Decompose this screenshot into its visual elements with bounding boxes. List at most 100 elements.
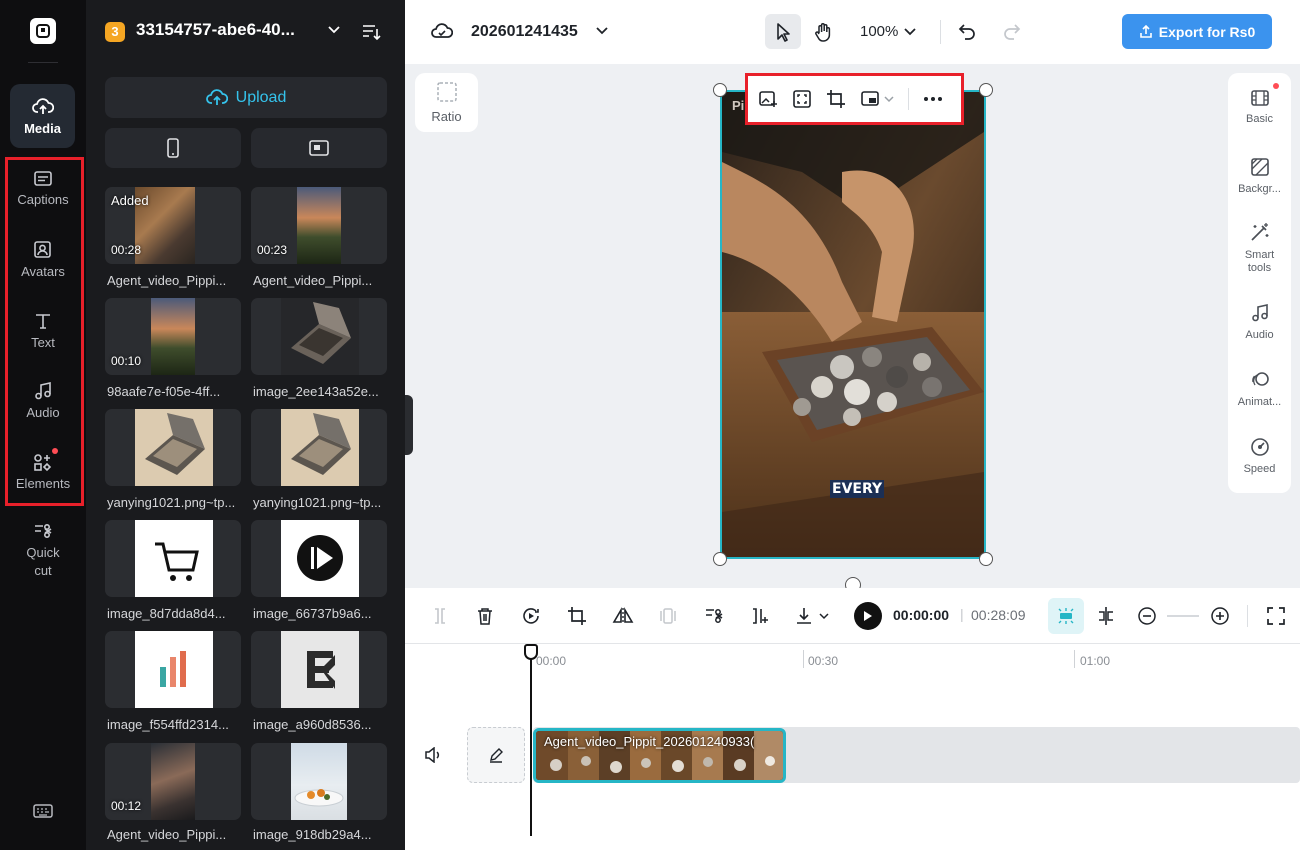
resize-handle-top-right[interactable]	[979, 83, 993, 97]
fit-frame-icon[interactable]	[792, 89, 812, 109]
media-thumbnail[interactable]	[105, 631, 241, 708]
prop-basic[interactable]: Basic	[1228, 83, 1291, 126]
duration-label: 00:23	[257, 243, 288, 257]
rail-divider	[28, 62, 58, 63]
toolbar-divider	[908, 88, 909, 110]
media-thumbnail[interactable]	[251, 743, 387, 820]
ruler-label: 00:00	[536, 654, 567, 668]
resize-handle-bottom-left[interactable]	[713, 552, 727, 566]
keyboard-icon[interactable]	[33, 803, 53, 819]
media-thumbnail[interactable]	[105, 520, 241, 597]
media-thumbnail[interactable]	[251, 409, 387, 486]
chevron-down-icon[interactable]	[904, 27, 916, 36]
cursor-icon	[774, 22, 792, 42]
undo-icon[interactable]	[957, 22, 977, 40]
media-name: Agent_video_Pippi...	[107, 827, 227, 842]
media-thumbnail[interactable]	[251, 631, 387, 708]
crop-icon[interactable]	[826, 89, 846, 109]
media-name: image_66737b9a6...	[253, 606, 372, 621]
media-thumbnail[interactable]: 00:10	[105, 298, 241, 375]
notification-dot	[1272, 83, 1279, 89]
prop-audio[interactable]: Audio	[1228, 303, 1291, 342]
chevron-down-icon[interactable]	[327, 25, 341, 35]
media-thumbnail[interactable]: 00:23	[251, 187, 387, 264]
zoom-level[interactable]: 100%	[860, 23, 898, 40]
download-dropdown[interactable]	[793, 604, 833, 628]
resize-handle-top-left[interactable]	[713, 83, 727, 97]
export-button[interactable]: Export for Rs0	[1122, 14, 1272, 49]
media-thumbnail[interactable]	[105, 409, 241, 486]
freeze-icon[interactable]	[656, 604, 680, 628]
play-button[interactable]	[854, 602, 882, 630]
prop-smart-tools[interactable]: Smart tools	[1228, 221, 1291, 275]
media-thumbnail[interactable]: 00:12	[105, 743, 241, 820]
download-icon	[797, 608, 829, 624]
zoom-in-icon[interactable]	[1208, 604, 1232, 628]
delete-icon[interactable]	[473, 604, 497, 628]
ratio-button[interactable]: Ratio	[415, 73, 478, 132]
rail-item-quick-cut[interactable]: Quick cut	[0, 518, 86, 584]
mask-dropdown[interactable]	[860, 89, 894, 109]
more-options-icon[interactable]	[923, 96, 943, 102]
prop-label: Speed	[1243, 463, 1276, 475]
align-icon[interactable]	[1094, 604, 1118, 628]
toolbar-divider	[1247, 605, 1248, 627]
project-title[interactable]: 202601241435	[471, 23, 578, 41]
media-thumbnail[interactable]	[251, 520, 387, 597]
upload-button[interactable]: Upload	[105, 77, 387, 118]
media-thumbnail[interactable]	[251, 298, 387, 375]
trim-add-icon[interactable]	[747, 604, 771, 628]
thumbnail-image	[281, 520, 359, 597]
split-icon[interactable]	[428, 604, 452, 628]
rail-highlight-box	[5, 157, 84, 506]
magnet-snap-button[interactable]	[1048, 598, 1084, 634]
upload-from-phone-button[interactable]	[105, 128, 241, 168]
media-thumbnail[interactable]: Added 00:28	[105, 187, 241, 264]
speaker-icon[interactable]	[424, 747, 442, 763]
rail-label-media: Media	[24, 120, 61, 136]
collapse-panel-handle[interactable]	[405, 395, 413, 455]
chevron-down-icon	[884, 95, 894, 103]
fullscreen-icon[interactable]	[1264, 604, 1288, 628]
background-icon	[1250, 157, 1270, 177]
play-logo-icon	[297, 535, 343, 581]
thumbnail-image	[281, 298, 359, 375]
zoom-slider[interactable]	[1167, 615, 1199, 617]
resize-handle-bottom-right[interactable]	[979, 552, 993, 566]
prop-label: Basic	[1246, 113, 1273, 125]
cloud-sync-icon[interactable]	[431, 22, 453, 40]
replace-image-icon[interactable]	[758, 89, 778, 109]
video-clip[interactable]: Agent_video_Pippit_202601240933(	[533, 728, 786, 783]
project-name[interactable]: 33154757-abe6-40...	[136, 20, 295, 40]
current-time: 00:00:00	[893, 607, 950, 623]
music-note-icon	[1250, 303, 1270, 323]
cover-edit-button[interactable]	[467, 727, 525, 783]
duration-label: 00:28	[111, 243, 142, 257]
sort-icon[interactable]	[361, 22, 381, 42]
export-label: Export for Rs0	[1158, 23, 1256, 40]
audio-split-icon[interactable]	[702, 604, 726, 628]
playhead-handle[interactable]	[524, 644, 538, 660]
cart-icon	[155, 542, 199, 581]
hand-tool-button[interactable]	[805, 14, 841, 49]
flip-icon[interactable]	[611, 604, 635, 628]
export-icon	[1139, 24, 1153, 39]
caption-overlay[interactable]: EVERY	[830, 480, 885, 498]
replay-icon[interactable]	[519, 604, 543, 628]
prop-speed[interactable]: Speed	[1228, 437, 1291, 476]
crop-icon[interactable]	[565, 604, 589, 628]
app-logo[interactable]	[30, 18, 56, 44]
media-name: image_8d7dda8d4...	[107, 606, 226, 621]
media-name: Agent_video_Pippi...	[107, 273, 227, 288]
ruler-tick	[803, 650, 804, 668]
redo-icon[interactable]	[1002, 22, 1022, 40]
prop-background[interactable]: Backgr...	[1228, 157, 1291, 196]
rotate-handle[interactable]	[845, 577, 861, 588]
prop-animation[interactable]: Animat...	[1228, 370, 1291, 409]
chevron-down-icon[interactable]	[595, 26, 609, 36]
select-tool-button[interactable]	[765, 14, 801, 49]
playhead[interactable]	[530, 644, 532, 836]
zoom-out-icon[interactable]	[1135, 604, 1159, 628]
record-screen-button[interactable]	[251, 128, 387, 168]
rail-item-media[interactable]: Media	[10, 84, 75, 148]
